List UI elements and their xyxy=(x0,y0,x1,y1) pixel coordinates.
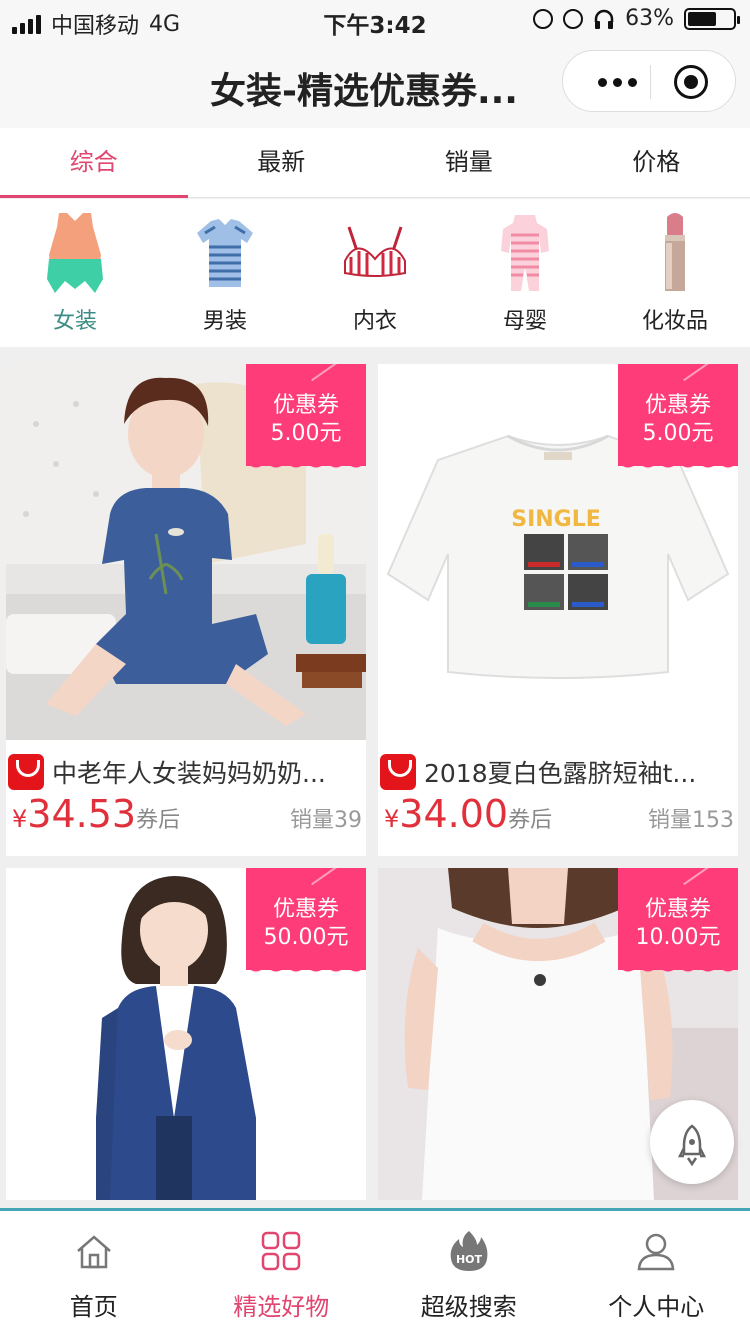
category-cosmetics[interactable]: 化妆品 xyxy=(600,199,750,347)
category-row: 女装 男装 内衣 母婴 化妆品 xyxy=(0,199,750,347)
coupon-value: 50.00元 xyxy=(263,925,349,950)
battery-icon xyxy=(684,7,740,30)
coupon-value: 5.00元 xyxy=(642,421,714,446)
grid-icon xyxy=(262,1231,301,1271)
coupon-badge: 优惠券 5.00元 xyxy=(618,364,738,474)
category-label: 内衣 xyxy=(352,309,397,334)
tmall-shop-icon xyxy=(8,754,44,790)
bottom-tab-bar: 首页 精选好物 HOT 超级搜索 个人中心 xyxy=(0,1208,750,1334)
product-card[interactable]: 优惠券 5.00元 中老年人女装妈妈奶奶... ¥34.53券后 销量39 xyxy=(6,364,366,856)
coupon-label: 优惠券 xyxy=(644,393,711,418)
svg-text:SINGLE: SINGLE xyxy=(511,507,601,532)
product-card[interactable]: SINGLE 优惠券 5.00元 2018夏白色露脐短袖t... ¥34.00券… xyxy=(378,364,738,856)
product-price-row: ¥34.53券后 销量39 xyxy=(12,792,366,846)
coupon-label: 优惠券 xyxy=(272,393,339,418)
category-mens[interactable]: 男装 xyxy=(150,199,300,347)
product-title-row: 中老年人女装妈妈奶奶... xyxy=(6,752,366,792)
user-icon xyxy=(637,1233,675,1271)
nav-bar: 女装-精选优惠券... xyxy=(0,40,750,128)
tab-sales[interactable]: 销量 xyxy=(375,128,563,197)
tabbar-item-featured[interactable]: 精选好物 xyxy=(188,1211,376,1334)
category-underwear[interactable]: 内衣 xyxy=(300,199,450,347)
product-title[interactable]: 中老年人女装妈妈奶奶... xyxy=(52,754,362,790)
currency-symbol: ¥ xyxy=(384,805,400,833)
category-baby[interactable]: 母婴 xyxy=(450,199,600,347)
page-title: 女装-精选优惠券... xyxy=(210,71,518,112)
coupon-badge: 优惠券 50.00元 xyxy=(246,868,366,978)
bra-icon xyxy=(344,226,406,277)
tabbar-item-search[interactable]: HOT 超级搜索 xyxy=(375,1211,563,1334)
status-bar: 中国移动 4G 下午3:42 63% xyxy=(0,0,750,40)
product-price: ¥34.53券后 xyxy=(12,792,180,836)
coupon-badge: 优惠券 5.00元 xyxy=(246,364,366,474)
womens-top-icon xyxy=(47,213,103,293)
tabbar-label: 首页 xyxy=(69,1293,118,1321)
sales-count: 销量153 xyxy=(648,808,734,833)
home-icon xyxy=(76,1235,111,1269)
baby-onesie-icon xyxy=(501,215,549,291)
price-suffix: 券后 xyxy=(136,808,181,833)
price-value: 34.00 xyxy=(399,792,509,836)
category-label: 女装 xyxy=(52,309,97,334)
category-womens[interactable]: 女装 xyxy=(0,199,150,347)
battery-percent: 63% xyxy=(625,6,674,31)
more-dots-icon[interactable] xyxy=(585,67,649,97)
tabbar-label: 精选好物 xyxy=(233,1293,330,1321)
category-label: 母婴 xyxy=(502,309,547,334)
tabbar-label: 个人中心 xyxy=(608,1293,705,1321)
coupon-label: 优惠券 xyxy=(272,897,339,922)
capsule-divider xyxy=(650,65,651,99)
product-title-row: 2018夏白色露脐短袖t... xyxy=(378,752,738,792)
back-to-top-button[interactable] xyxy=(650,1100,734,1184)
coupon-badge: 优惠券 10.00元 xyxy=(618,868,738,978)
product-price-row: ¥34.00券后 销量153 xyxy=(384,792,738,846)
coupon-value: 10.00元 xyxy=(635,925,721,950)
miniprogram-capsule xyxy=(562,50,736,112)
tmall-shop-icon xyxy=(380,754,416,790)
headphones-icon xyxy=(594,9,614,29)
coupon-label: 优惠券 xyxy=(644,897,711,922)
target-circle-icon[interactable] xyxy=(674,65,708,99)
sales-count: 销量39 xyxy=(290,808,362,833)
lipstick-icon xyxy=(665,213,685,291)
tabbar-item-home[interactable]: 首页 xyxy=(0,1211,188,1334)
tab-price[interactable]: 价格 xyxy=(563,128,750,197)
price-value: 34.53 xyxy=(27,792,137,836)
mens-tshirt-icon xyxy=(197,219,253,287)
hot-fire-icon: HOT xyxy=(450,1231,488,1271)
category-label: 男装 xyxy=(202,309,247,334)
tab-comprehensive[interactable]: 综合 xyxy=(0,128,188,198)
lock-rotation-icon xyxy=(533,8,554,29)
coupon-value: 5.00元 xyxy=(270,421,342,446)
alarm-icon xyxy=(563,8,584,29)
category-label: 化妆品 xyxy=(641,309,708,334)
product-price: ¥34.00券后 xyxy=(384,792,552,836)
rocket-icon xyxy=(677,1124,707,1167)
tabbar-label: 超级搜索 xyxy=(420,1293,517,1321)
sort-tabs: 综合 最新 销量 价格 xyxy=(0,128,750,198)
tabbar-item-profile[interactable]: 个人中心 xyxy=(563,1211,750,1334)
status-right: 63% xyxy=(533,6,740,31)
price-suffix: 券后 xyxy=(508,808,553,833)
product-title[interactable]: 2018夏白色露脐短袖t... xyxy=(424,754,734,790)
currency-symbol: ¥ xyxy=(12,805,28,833)
tab-newest[interactable]: 最新 xyxy=(188,128,376,197)
product-card[interactable]: 优惠券 50.00元 xyxy=(6,868,366,1200)
svg-text:HOT: HOT xyxy=(456,1253,483,1266)
